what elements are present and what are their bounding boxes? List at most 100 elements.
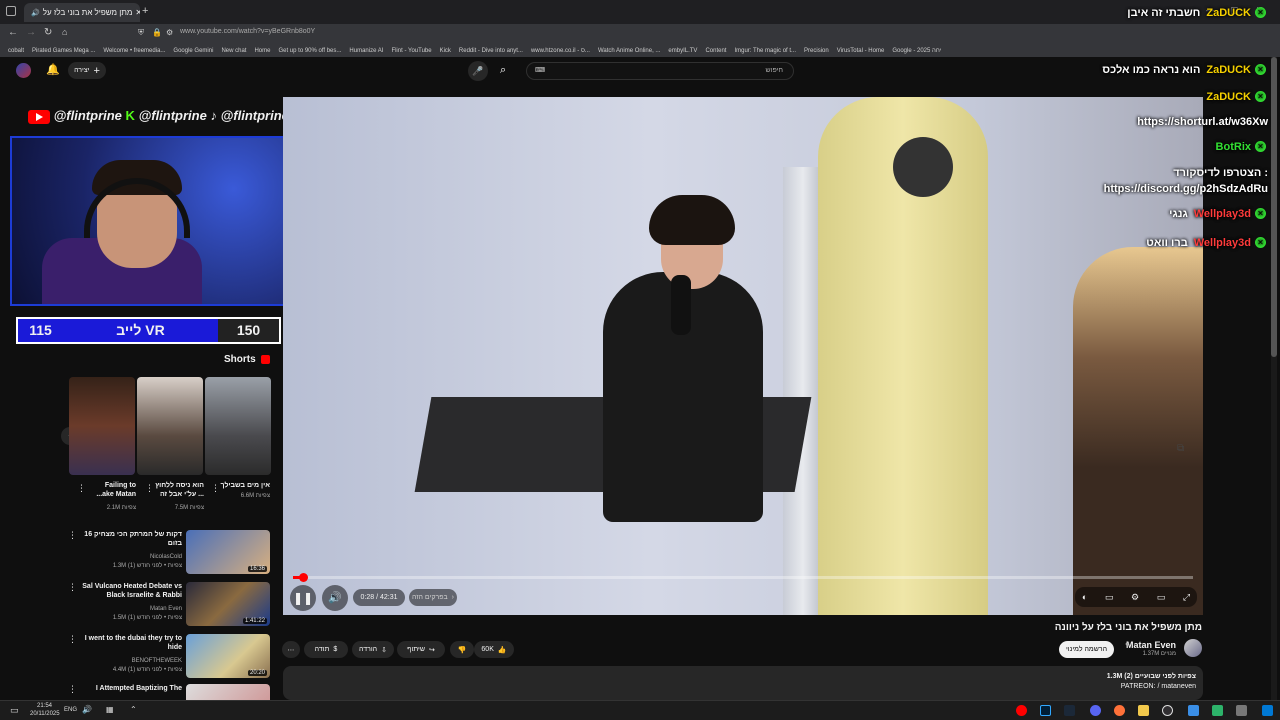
short-title[interactable]: Failing to ...ake Matan [86,481,136,499]
tray-chevron-icon[interactable]: ⌃ [130,705,137,714]
miniplayer-icon[interactable]: ⧉ [1177,443,1184,454]
home-icon[interactable]: ⌂ [62,27,67,37]
channel-name[interactable]: NicolasCold [150,554,182,560]
more-icon[interactable]: ⋮ [145,483,154,494]
channel-name[interactable]: BENOFTHEWEEK [132,658,182,664]
bookmark-item[interactable]: Reddit - Dive into anyt... [459,48,523,54]
video-thumbnail[interactable] [186,684,270,700]
app-icon[interactable] [1212,705,1223,716]
dislike-button[interactable]: 👎 [450,641,474,658]
short-thumb[interactable] [137,377,203,475]
subtitles-icon[interactable]: ▭ [1105,592,1114,603]
channel-avatar[interactable] [1184,639,1202,657]
list-item[interactable]: I Attempted Baptizing The ⋮ [68,684,270,700]
more-icon[interactable]: ⋮ [68,582,77,593]
page-scrollbar[interactable] [1271,57,1277,700]
more-icon[interactable]: ⋮ [77,483,86,494]
more-icon[interactable]: ⋮ [68,684,77,695]
bookmark-item[interactable]: Watch Anime Online, ... [598,48,660,54]
autoplay-toggle-icon[interactable]: ◐ [1082,592,1087,602]
close-tab-icon[interactable]: ✕ [135,8,140,17]
fullscreen-icon[interactable]: ⤢ [1183,592,1190,603]
video-title[interactable]: Sal Vulcano Heated Debate vs Black Israe… [74,582,182,600]
more-icon[interactable]: ⋮ [211,483,220,494]
photoshop-icon[interactable] [1040,705,1051,716]
bookmark-item[interactable]: Google Gemini [173,48,213,54]
bookmark-item[interactable]: Content [705,48,726,54]
network-icon[interactable]: ▦ [106,705,114,714]
bookmark-item[interactable]: Pirated Games Mega ... [32,48,95,54]
bookmark-item[interactable]: Google - 2025 יחה [892,48,941,54]
short-title[interactable]: אין מים בשבילך [218,481,270,490]
app-icon[interactable] [1236,705,1247,716]
video-title[interactable]: I went to the dubai they try to hide [74,634,182,652]
bookmark-item[interactable]: Kick [440,48,451,54]
channel-name[interactable]: Matan Even [1126,640,1176,650]
subscribe-button[interactable]: הרשמה למינוי [1059,641,1114,658]
new-tab-button[interactable]: + [142,5,148,17]
list-item[interactable]: 16:36 16 דקות של המרתק הכי מצחיק בזום Ni… [68,530,270,574]
bookmark-item[interactable]: Home [254,48,270,54]
description-box[interactable] [283,666,1203,700]
download-button[interactable]: הורדה ⇩ [352,641,394,658]
steam-icon[interactable] [1064,705,1075,716]
share-button[interactable]: שיתוף ↪ [397,641,445,658]
bookmark-item[interactable]: embyIL.TV [668,48,697,54]
bookmark-item[interactable]: Welcome • freemedia... [103,48,165,54]
bookmark-item[interactable]: Flint - YouTube [391,48,431,54]
more-icon[interactable]: ⋮ [68,634,77,645]
back-icon[interactable]: ← [8,27,18,38]
video-player[interactable]: ❚❚ 🔊 0:28 / 42:31 בפרקים הזה › ◐ ▭ ⚙ ▭ ⤢… [283,97,1203,615]
thanks-button[interactable]: תודה $ [304,641,348,658]
list-item[interactable]: 1:41:22 Sal Vulcano Heated Debate vs Bla… [68,582,270,626]
youtube-app-icon[interactable] [1016,705,1027,716]
speaker-icon[interactable]: 🔊 [82,705,92,714]
keyboard-icon[interactable]: ⌨ [535,63,545,79]
chapter-button[interactable]: בפרקים הזה › [409,589,457,606]
bookmark-item[interactable]: cobalt [8,48,24,54]
video-thumbnail[interactable]: 16:36 [186,530,270,574]
more-actions-button[interactable]: ⋯ [282,641,300,658]
shield-icon[interactable]: ⛨ [138,28,144,38]
create-button[interactable]: יצירה + [68,62,106,79]
channel-name[interactable]: Matan Even [150,606,182,612]
browser-tab[interactable]: 🔊 מתן משפיל את בוני בלז על ✕ [24,3,140,22]
bookmark-item[interactable]: VirusTotal - Home [837,48,885,54]
bookmark-item[interactable]: Get up to 90% off bes... [278,48,341,54]
avatar[interactable] [16,63,31,78]
folder-icon[interactable] [1138,705,1149,716]
start-icon[interactable] [1262,705,1273,716]
like-button[interactable]: 60K 👍 [474,641,514,658]
bookmark-item[interactable]: New chat [221,48,246,54]
video-title[interactable]: I Attempted Baptizing The [74,684,182,693]
more-icon[interactable]: ⋮ [68,530,77,541]
short-thumb[interactable] [69,377,135,475]
video-thumbnail[interactable]: 1:41:22 [186,582,270,626]
bookmark-item[interactable]: Imgur: The magic of t... [734,48,796,54]
site-settings-icon[interactable]: ⚙ [166,28,173,37]
obs-icon[interactable] [1162,705,1173,716]
volume-button[interactable]: 🔊 [322,585,348,611]
notification-icon[interactable]: ▭ [10,705,19,716]
search-icon[interactable]: ⌕ [500,64,506,77]
forward-icon[interactable]: → [26,27,36,38]
language-indicator[interactable]: ENG [64,707,77,713]
app-icon[interactable] [1188,705,1199,716]
reload-icon[interactable]: ↻ [44,27,52,38]
short-title[interactable]: הוא ניסה ללחוץ על'י אבל זה ... [150,481,204,499]
bookmark-item[interactable]: Humanize AI [349,48,383,54]
audio-icon[interactable]: 🔊 [31,9,40,17]
url-field[interactable]: www.youtube.com/watch?v=yBeGRnb8o0Y [180,28,1080,41]
settings-gear-icon[interactable]: ⚙ [1131,592,1139,603]
discord-icon[interactable] [1090,705,1101,716]
lock-icon[interactable]: 🔒 [152,28,162,37]
search-input[interactable]: חיפוש ⌨ [526,62,794,80]
pause-button[interactable]: ❚❚ [290,585,316,611]
list-item[interactable]: 20:20 I went to the dubai they try to hi… [68,634,270,678]
bookmark-item[interactable]: Precision [804,48,829,54]
progress-track[interactable] [293,576,1193,579]
bookmark-item[interactable]: www.htzone.co.il - ס... [531,48,590,54]
firefox-icon[interactable] [1114,705,1125,716]
voice-search-icon[interactable]: 🎤 [468,61,488,81]
short-thumb[interactable] [205,377,271,475]
